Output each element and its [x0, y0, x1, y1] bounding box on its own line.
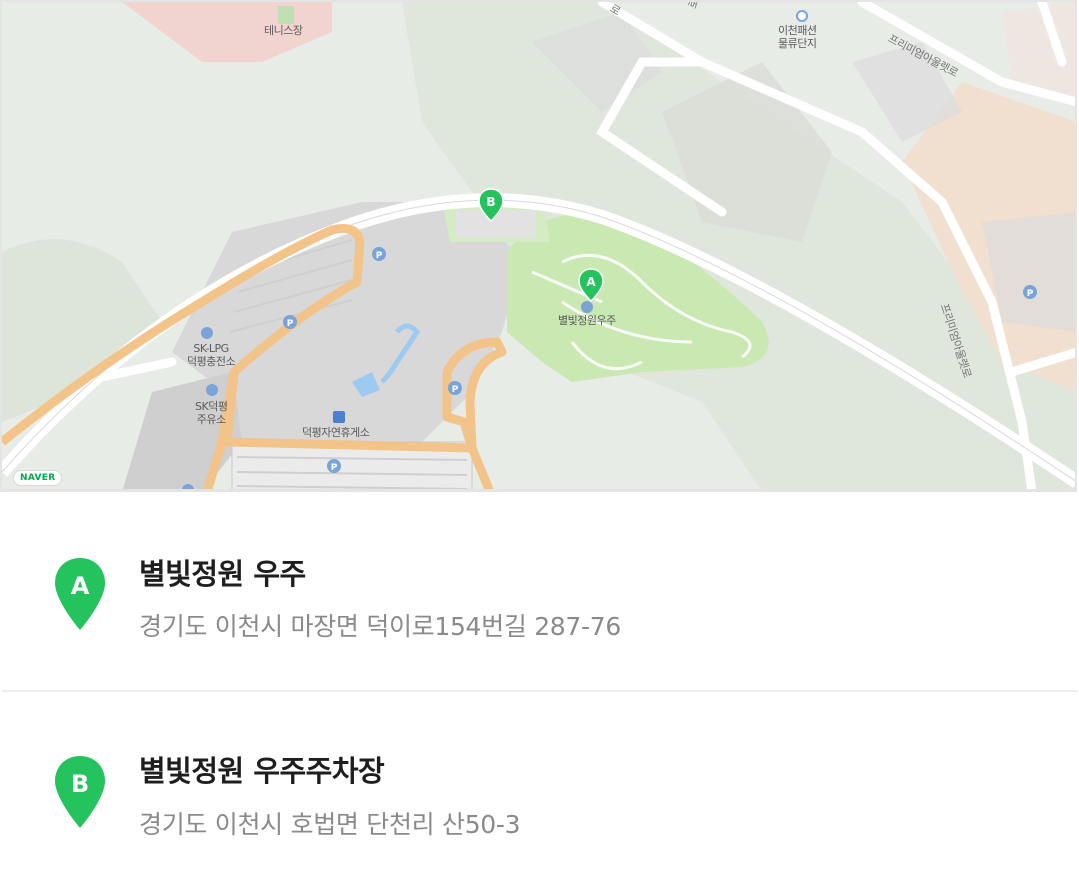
svg-text:P: P — [376, 251, 383, 261]
place-item-a[interactable]: A 별빛정원 우주 경기도 이천시 마장면 덕이로154번길 287-76 — [2, 494, 1077, 692]
place-list: A 별빛정원 우주 경기도 이천시 마장면 덕이로154번길 287-76 B … — [2, 494, 1077, 886]
lpg-station-label: SK-LPG 덕평충전소 — [187, 342, 236, 368]
map-view[interactable]: P P P P P 테니스장 이천패션 물류단지 SK-LPG 덕평충전소 SK… — [2, 2, 1077, 492]
naver-logo: NAVER — [13, 470, 63, 486]
pin-a-icon: A — [55, 558, 105, 630]
place-address: 경기도 이천시 마장면 덕이로154번길 287-76 — [139, 612, 621, 641]
pin-b-icon: B — [55, 756, 105, 828]
place-name: 별빛정원 우주 — [139, 557, 306, 591]
map-marker-b[interactable]: B — [478, 188, 504, 222]
gas-station-label: SK덕평 주유소 — [195, 400, 228, 426]
rest-area-label: 덕평자연휴게소 — [302, 426, 370, 439]
svg-text:P: P — [287, 319, 294, 329]
svg-text:P: P — [331, 463, 338, 473]
place-address: 경기도 이천시 호법면 단천리 산50-3 — [139, 810, 521, 839]
map-canvas: P P P P P — [2, 2, 1077, 492]
pin-b-letter: B — [71, 770, 89, 798]
logistics-complex-label: 이천패션 물류단지 — [778, 24, 817, 50]
map-marker-a-letter: A — [586, 275, 596, 289]
map-marker-a[interactable]: A — [578, 268, 604, 302]
svg-text:P: P — [1027, 289, 1034, 299]
place-name: 별빛정원 우주주차장 — [139, 754, 385, 788]
svg-text:P: P — [452, 385, 459, 395]
marker-a-map-label: 별빛정원우주 — [558, 314, 616, 327]
pin-a-letter: A — [71, 572, 90, 600]
place-item-b[interactable]: B 별빛정원 우주주차장 경기도 이천시 호법면 단천리 산50-3 — [2, 692, 1077, 888]
map-marker-b-letter: B — [486, 195, 495, 209]
tennis-court-label: 테니스장 — [264, 24, 303, 37]
